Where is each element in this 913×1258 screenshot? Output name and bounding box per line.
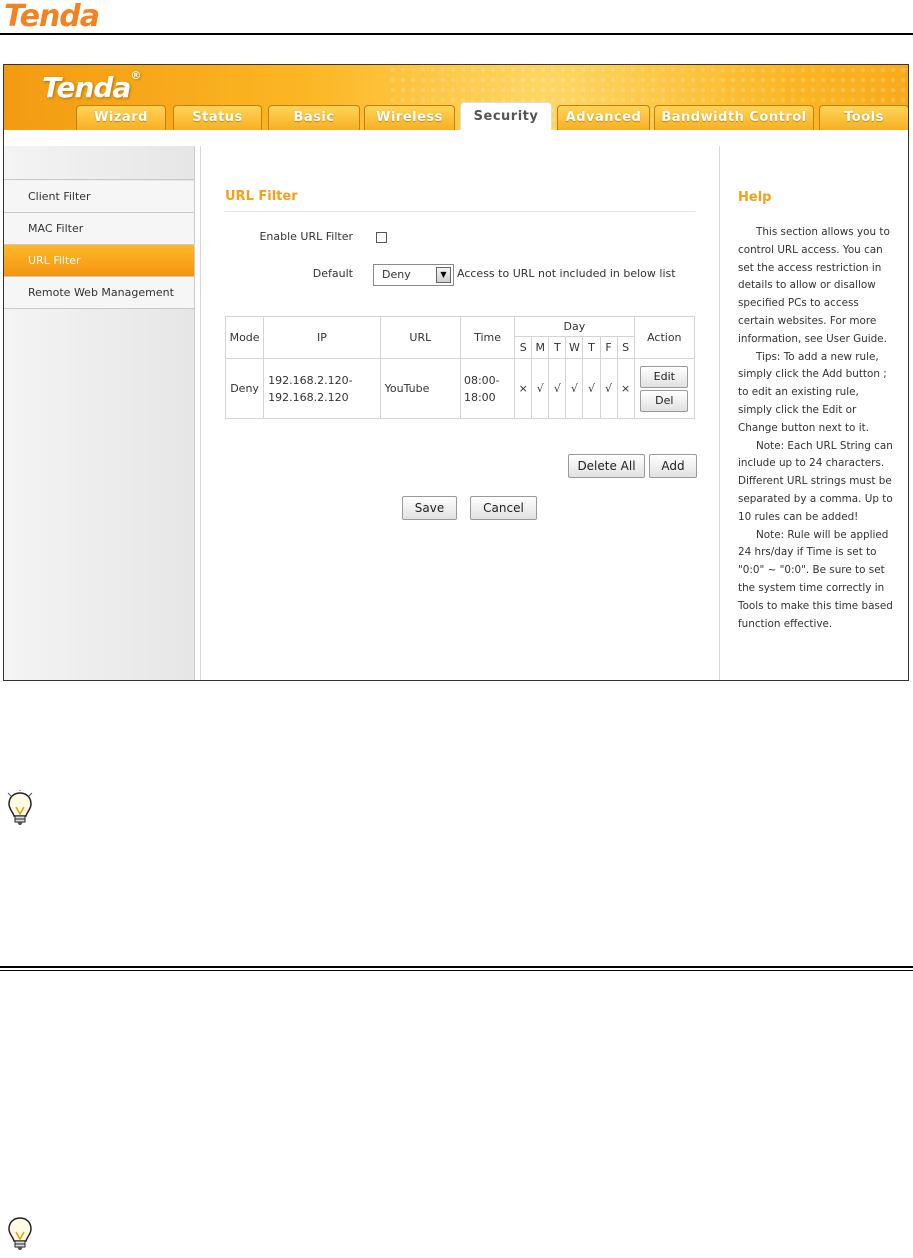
day-mark: √	[599, 358, 618, 419]
main-panel: URL Filter Enable URL Filter Default Den…	[200, 146, 720, 680]
col-header-action: Action	[633, 316, 696, 359]
default-action-select[interactable]: Deny ▼	[373, 264, 454, 286]
help-paragraph: Note: Each URL String can include up to …	[738, 439, 893, 523]
doc-logo: Tenda	[4, 0, 100, 34]
tab-tools[interactable]: Tools	[819, 105, 908, 130]
day-mark: √	[548, 358, 567, 419]
help-title: Help	[738, 190, 772, 205]
sidebar-item-url-filter[interactable]: URL Filter	[4, 245, 194, 277]
sidebar-item-client-filter[interactable]: Client Filter	[4, 181, 194, 213]
help-paragraph: Note: Rule will be applied 24 hrs/day if…	[738, 528, 893, 630]
lightbulb-icon	[8, 1217, 32, 1250]
col-header-ip: IP	[263, 316, 381, 359]
enable-url-filter-label: Enable URL Filter	[259, 230, 353, 243]
col-header-mode: Mode	[224, 316, 265, 359]
lightbulb-icon	[7, 790, 33, 825]
col-header-url: URL	[379, 316, 461, 359]
delete-rule-button[interactable]: Del	[640, 389, 689, 412]
day-header: W	[565, 336, 584, 359]
title-divider	[225, 211, 695, 212]
day-mark: √	[582, 358, 601, 419]
rule-url: YouTube	[379, 358, 461, 419]
add-button[interactable]: Add	[649, 454, 697, 478]
top-banner: Tenda® Wizard Status Basic Wireless Secu…	[4, 65, 908, 130]
rule-time: 08:00- 18:00	[459, 358, 516, 419]
help-paragraph: Tips: To add a new rule, simply click th…	[738, 350, 887, 434]
sidebar-header	[4, 146, 194, 180]
tab-wireless[interactable]: Wireless	[364, 105, 455, 130]
day-mark: ×	[514, 358, 533, 419]
rule-ip-start: 192.168.2.120-	[268, 373, 353, 387]
col-header-time: Time	[459, 316, 516, 359]
cancel-button[interactable]: Cancel	[470, 496, 537, 520]
rule-time-start: 08:00-	[463, 373, 500, 387]
tab-advanced[interactable]: Advanced	[557, 105, 650, 130]
day-header: S	[616, 336, 635, 359]
app-logo: Tenda®	[42, 69, 141, 104]
edit-rule-button[interactable]: Edit	[640, 365, 689, 388]
day-header: T	[582, 336, 601, 359]
rule-time-end: 18:00	[463, 390, 496, 404]
enable-url-filter-checkbox[interactable]	[376, 232, 387, 243]
day-header: S	[514, 336, 533, 359]
tab-status[interactable]: Status	[173, 105, 262, 130]
tab-bandwidth-control[interactable]: Bandwidth Control	[654, 105, 814, 130]
rule-mode: Deny	[224, 358, 265, 419]
doc-rule-thick	[0, 966, 913, 968]
sidebar-item-mac-filter[interactable]: MAC Filter	[4, 213, 194, 245]
day-header: M	[531, 336, 550, 359]
delete-all-button[interactable]: Delete All	[568, 454, 645, 478]
tab-basic[interactable]: Basic	[268, 105, 360, 130]
help-paragraph: This section allows you to control URL a…	[738, 226, 890, 345]
url-rules-table: Mode IP URL Time Day Action S M T W T F …	[224, 316, 696, 419]
default-label: Default	[312, 267, 353, 280]
col-header-day: Day	[514, 316, 635, 337]
save-button[interactable]: Save	[402, 496, 457, 520]
rule-ip-end: 192.168.2.120	[268, 390, 349, 404]
rule-ip: 192.168.2.120- 192.168.2.120	[263, 358, 381, 419]
day-header: T	[548, 336, 567, 359]
sidebar: Client Filter MAC Filter URL Filter Remo…	[4, 146, 195, 680]
sidebar-item-remote-web-management[interactable]: Remote Web Management	[4, 277, 194, 309]
tab-security[interactable]: Security	[460, 102, 552, 130]
help-text: This section allows you to control URL a…	[738, 224, 896, 633]
doc-rule-thin	[0, 970, 913, 971]
day-mark: √	[531, 358, 550, 419]
rule-actions: Edit Del	[633, 358, 696, 419]
table-row: Deny 192.168.2.120- 192.168.2.120 YouTub…	[224, 358, 696, 419]
doc-header-rule	[0, 33, 913, 35]
dropdown-arrow-icon: ▼	[436, 267, 451, 283]
default-note: Access to URL not included in below list	[457, 267, 676, 280]
day-mark: ×	[616, 358, 635, 419]
day-header: F	[599, 336, 618, 359]
page-title: URL Filter	[225, 189, 298, 204]
router-ui-screenshot: Tenda® Wizard Status Basic Wireless Secu…	[3, 64, 909, 681]
day-mark: √	[565, 358, 584, 419]
tab-wizard[interactable]: Wizard	[76, 105, 166, 130]
help-panel: Help This section allows you to control …	[720, 146, 908, 680]
default-action-value: Deny	[382, 268, 411, 281]
